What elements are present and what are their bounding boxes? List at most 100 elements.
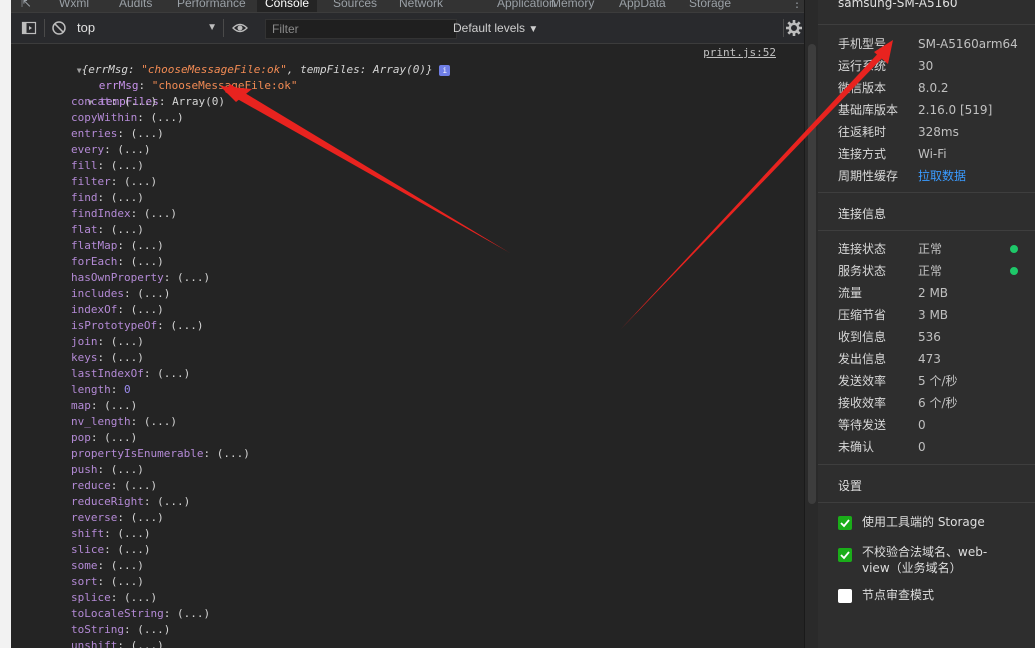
property-value[interactable]: (...) [117,143,150,156]
array-property-row[interactable]: shift: (...) [71,526,151,542]
inspect-icon[interactable]: ⇱ [13,0,39,12]
gear-icon[interactable] [784,18,804,38]
property-value[interactable]: (...) [131,639,164,648]
property-value[interactable]: (...) [104,431,137,444]
clear-console-icon[interactable] [51,20,67,36]
array-property-row[interactable]: concat: (...) [71,94,157,110]
property-value[interactable]: (...) [124,591,157,604]
scroll-thumb[interactable] [808,44,816,504]
array-property-row[interactable]: findIndex: (...) [71,206,177,222]
property-value[interactable]: (...) [131,239,164,252]
array-property-row[interactable]: pop: (...) [71,430,137,446]
property-value[interactable]: (...) [157,367,190,380]
array-property-row[interactable]: fill: (...) [71,158,144,174]
array-property-row[interactable]: hasOwnProperty: (...) [71,270,210,286]
array-property-row[interactable]: forEach: (...) [71,254,164,270]
property-value[interactable]: (...) [217,447,250,460]
array-property-row[interactable]: keys: (...) [71,350,144,366]
property-value[interactable]: (...) [111,159,144,172]
array-property-row[interactable]: includes: (...) [71,286,170,302]
array-property-row[interactable]: flatMap: (...) [71,238,164,254]
eye-icon[interactable] [232,20,248,36]
log-entry-summary[interactable]: ▼{errMsg: "chooseMessageFile:ok", tempFi… [37,46,451,76]
property-value[interactable]: (...) [131,255,164,268]
unchecked-checkbox-icon[interactable] [838,589,852,603]
tab-memory[interactable]: Memory [543,0,602,12]
array-property-row[interactable]: splice: (...) [71,590,157,606]
setting-checkbox-row[interactable]: 不校验合法域名、web-view（业务域名） [838,544,1028,578]
property-value[interactable]: (...) [131,303,164,316]
tab-appdata[interactable]: AppData [611,0,674,12]
array-property-row[interactable]: nv_length: (...) [71,414,177,430]
property-value[interactable]: (...) [111,223,144,236]
checked-checkbox-icon[interactable] [838,548,852,562]
array-property-row[interactable]: reverse: (...) [71,510,164,526]
tab-storage[interactable]: Storage [681,0,739,12]
array-property-row[interactable]: flat: (...) [71,222,144,238]
array-property-row[interactable]: reduceRight: (...) [71,494,190,510]
property-value[interactable]: (...) [117,527,150,540]
fetch-data-link[interactable]: 拉取数据 [918,167,1018,185]
array-property-row[interactable]: lastIndexOf: (...) [71,366,190,382]
property-value[interactable]: (...) [111,351,144,364]
setting-checkbox-row[interactable]: 节点审查模式 [838,587,1028,605]
tab-console[interactable]: Console [257,0,318,12]
array-property-row[interactable]: slice: (...) [71,542,151,558]
tab-wxml[interactable]: Wxml [51,0,97,12]
array-property-row[interactable]: map: (...) [71,398,137,414]
property-value[interactable]: (...) [117,543,150,556]
property-value[interactable]: (...) [111,335,144,348]
array-property-row[interactable]: unshift: (...) [71,638,164,648]
array-property-row[interactable]: join: (...) [71,334,144,350]
property-value[interactable]: (...) [111,575,144,588]
array-property-row[interactable]: sort: (...) [71,574,144,590]
context-selector[interactable]: top ▼ [77,18,217,38]
array-property-row[interactable]: copyWithin: (...) [71,110,184,126]
source-link[interactable]: print.js:52 [703,46,776,59]
checked-checkbox-icon[interactable] [838,516,852,530]
property-value[interactable]: (...) [111,559,144,572]
property-value[interactable]: (...) [124,175,157,188]
console-scrollbar[interactable] [804,0,819,648]
array-property-row[interactable]: filter: (...) [71,174,157,190]
array-property-row[interactable]: entries: (...) [71,126,164,142]
array-property-row[interactable]: some: (...) [71,558,144,574]
array-property-row[interactable]: find: (...) [71,190,144,206]
log-levels-dropdown[interactable]: Default levels ▼ [453,18,538,38]
property-value[interactable]: (...) [111,463,144,476]
tab-performance[interactable]: Performance [169,0,254,12]
tempfiles-property[interactable]: ▼ tempFiles: Array(0) [48,78,225,108]
tab-network[interactable]: Network [391,0,451,12]
property-value[interactable]: (...) [104,399,137,412]
array-property-row[interactable]: indexOf: (...) [71,302,164,318]
property-value[interactable]: (...) [131,511,164,524]
array-property-row[interactable]: isPrototypeOf: (...) [71,318,203,334]
property-value[interactable]: (...) [144,415,177,428]
setting-checkbox-row[interactable]: 使用工具端的 Storage [838,514,1028,532]
array-property-row[interactable]: reduce: (...) [71,478,157,494]
array-property-row[interactable]: push: (...) [71,462,144,478]
property-value[interactable]: (...) [157,495,190,508]
property-value[interactable]: (...) [124,95,157,108]
array-property-row[interactable]: every: (...) [71,142,151,158]
property-value[interactable]: (...) [131,127,164,140]
property-value[interactable]: (...) [177,607,210,620]
tab-audits[interactable]: Audits [111,0,160,12]
filter-input[interactable] [265,19,457,39]
array-property-row[interactable]: toLocaleString: (...) [71,606,210,622]
property-value[interactable]: (...) [124,479,157,492]
toggle-sidebar-icon[interactable] [21,20,37,36]
array-property-row[interactable]: length: 0 [71,382,131,398]
property-value[interactable]: (...) [137,287,170,300]
property-value[interactable]: (...) [170,319,203,332]
property-value[interactable]: (...) [177,271,210,284]
property-value[interactable]: (...) [137,623,170,636]
array-property-row[interactable]: propertyIsEnumerable: (...) [71,446,250,462]
property-value[interactable]: (...) [144,207,177,220]
property-value[interactable]: (...) [150,111,183,124]
tab-sources[interactable]: Sources [325,0,385,12]
info-icon[interactable]: i [439,64,451,76]
more-tabs-icon[interactable]: ⋮ [783,0,804,12]
device-info-row[interactable]: 周期性缓存 拉取数据 [838,167,1028,185]
property-value[interactable]: (...) [111,191,144,204]
